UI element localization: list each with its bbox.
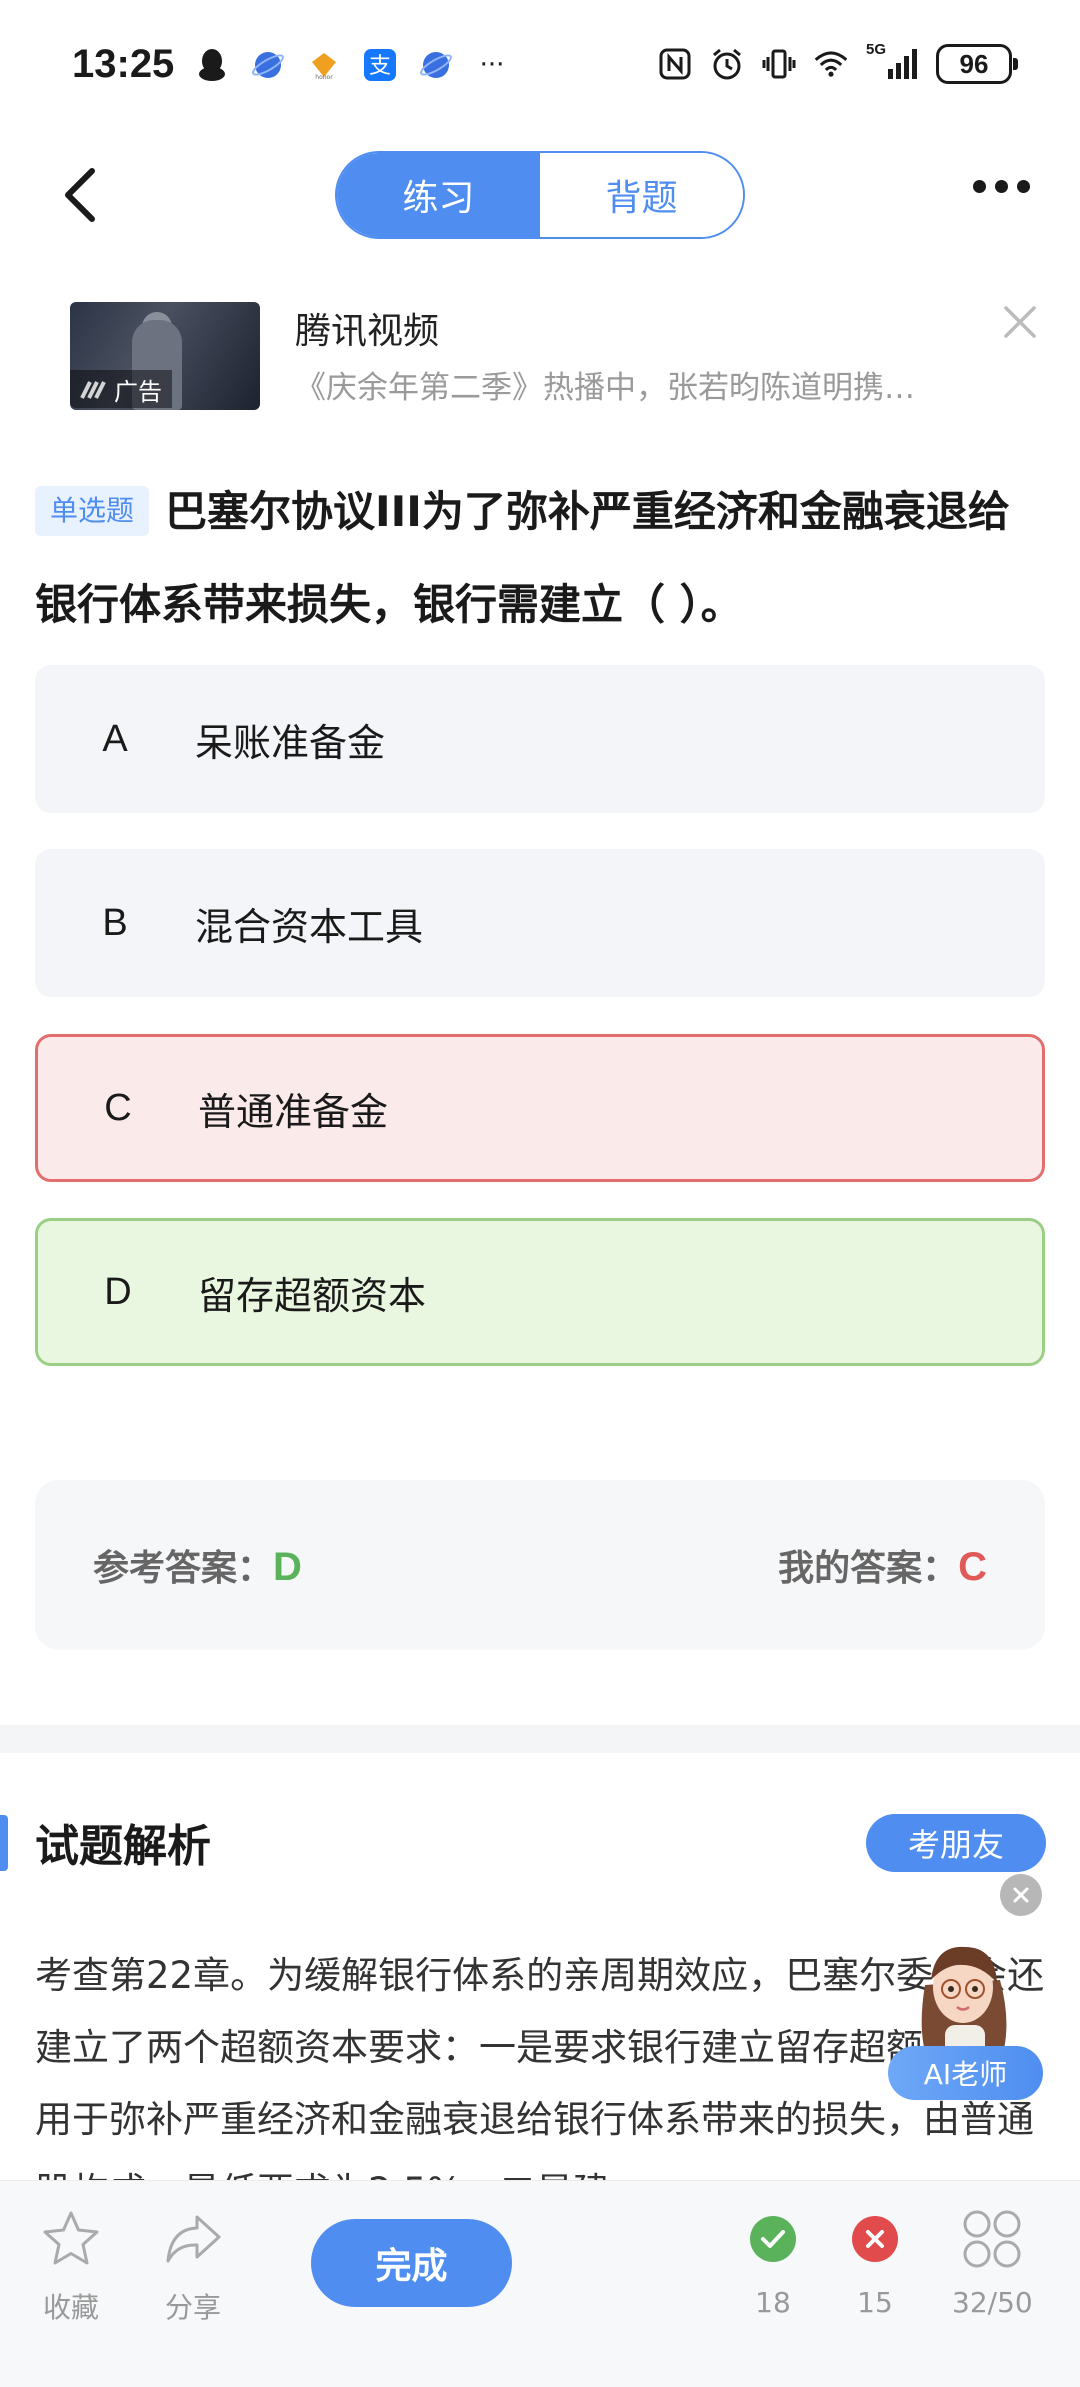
answer-summary: 参考答案：D 我的答案：C xyxy=(35,1480,1045,1650)
star-icon xyxy=(38,2206,104,2272)
option-text: 留存超额资本 xyxy=(198,1273,427,1318)
finish-button[interactable]: 完成 xyxy=(311,2219,512,2307)
option-letter: A xyxy=(102,717,128,760)
ad-description: 《庆余年第二季》热播中，张若昀陈道明携… xyxy=(295,370,915,406)
close-icon xyxy=(1004,306,1036,338)
more-notifications-icon: ··· xyxy=(479,50,505,80)
reference-answer-label: 参考答案： xyxy=(93,1548,274,1589)
wrong-count-value: 15 xyxy=(857,2286,893,2319)
tab-memorize[interactable]: 背题 xyxy=(540,153,743,237)
ai-teacher-label[interactable]: AI老师 xyxy=(888,2046,1043,2100)
challenge-friend-button[interactable]: 考朋友 xyxy=(866,1814,1046,1872)
progress-counter: 32/50 xyxy=(952,2286,1033,2319)
app-badge-icon: honor xyxy=(307,48,341,82)
answer-sheet-button[interactable]: 32/50 xyxy=(952,2206,1033,2319)
option-b[interactable]: B 混合资本工具 xyxy=(35,849,1045,997)
cross-icon xyxy=(852,2216,898,2262)
correct-count[interactable]: 18 xyxy=(740,2206,806,2319)
correct-count-value: 18 xyxy=(755,2286,791,2319)
ad-close-button[interactable] xyxy=(1000,302,1040,342)
option-d[interactable]: D 留存超额资本 xyxy=(35,1218,1045,1366)
option-text: 混合资本工具 xyxy=(195,904,424,949)
svg-text:支: 支 xyxy=(369,54,391,79)
option-c[interactable]: C 普通准备金 xyxy=(35,1034,1045,1182)
mode-segmented-control: 练习 背题 xyxy=(335,151,745,239)
correct-count-icon-wrap xyxy=(740,2206,806,2272)
ad-title: 腾讯视频 xyxy=(295,311,440,352)
my-answer: 我的答案：C xyxy=(778,1539,987,1591)
browser-planet-icon-2 xyxy=(419,48,453,82)
back-button[interactable] xyxy=(50,160,110,230)
favorite-label: 收藏 xyxy=(42,2291,99,2324)
nfc-icon xyxy=(658,47,692,81)
wrong-count-icon-wrap xyxy=(842,2206,908,2272)
section-accent-bar xyxy=(0,1815,8,1871)
alarm-icon xyxy=(710,47,744,81)
tab-practice[interactable]: 练习 xyxy=(337,153,540,237)
status-bar: 13:25 honor 支 ··· 5G 96 xyxy=(0,0,1080,135)
system-status-icons: 5G 96 xyxy=(658,41,1018,84)
chevron-left-icon xyxy=(65,168,95,222)
ad-badge: 广告 xyxy=(70,370,172,408)
option-letter: C xyxy=(104,1086,132,1129)
more-dot xyxy=(973,180,986,193)
battery-indicator: 96 xyxy=(936,44,1018,84)
favorite-button[interactable]: 收藏 xyxy=(38,2206,104,2326)
my-answer-value: C xyxy=(958,1545,987,1589)
qq-penguin-icon xyxy=(195,48,229,82)
check-icon xyxy=(750,2216,796,2262)
notification-icons: honor 支 ··· xyxy=(195,48,509,82)
analysis-title: 试题解析 xyxy=(35,1821,211,1872)
share-arrow-icon xyxy=(160,2206,226,2272)
question-stem: 单选题 巴塞尔协议III为了弥补严重经济和金融衰退给银行体系带来损失，银行需建立（… xyxy=(35,465,1045,651)
grid-icon xyxy=(959,2206,1025,2272)
wrong-count[interactable]: 15 xyxy=(842,2206,908,2319)
question-text: 巴塞尔协议III为了弥补严重经济和金融衰退给银行体系带来损失，银行需建立（ ）。 xyxy=(35,487,1010,629)
svg-text:honor: honor xyxy=(315,74,333,80)
browser-planet-icon xyxy=(251,48,285,82)
share-button[interactable]: 分享 xyxy=(160,2206,226,2326)
close-icon xyxy=(1013,1887,1029,1903)
option-letter: D xyxy=(104,1270,132,1313)
share-label: 分享 xyxy=(164,2291,221,2324)
section-divider xyxy=(0,1725,1080,1753)
cellular-signal-icon: 5G xyxy=(866,41,918,81)
status-time: 13:25 xyxy=(72,42,175,86)
option-letter: B xyxy=(102,901,128,944)
more-dot xyxy=(1017,180,1030,193)
ai-teacher-close-button[interactable] xyxy=(1000,1874,1042,1916)
bottom-toolbar: 收藏 分享 完成 18 15 32/50 xyxy=(0,2180,1080,2387)
alipay-icon: 支 xyxy=(363,48,397,82)
more-dot xyxy=(995,180,1008,193)
wifi-icon xyxy=(814,47,848,81)
ad-banner[interactable]: 广告 腾讯视频 《庆余年第二季》热播中，张若昀陈道明携… xyxy=(70,302,1050,412)
network-type-label: 5G xyxy=(866,41,887,58)
vibrate-icon xyxy=(762,47,796,81)
ad-badge-label: 广告 xyxy=(114,377,162,406)
option-text: 普通准备金 xyxy=(198,1089,389,1134)
more-options-button[interactable] xyxy=(973,180,1030,193)
option-text: 呆账准备金 xyxy=(195,720,386,765)
reference-answer-value: D xyxy=(273,1545,302,1589)
my-answer-label: 我的答案： xyxy=(778,1548,959,1589)
question-type-tag: 单选题 xyxy=(35,486,150,536)
reference-answer: 参考答案：D xyxy=(93,1539,302,1591)
ad-thumbnail: 广告 xyxy=(70,302,260,410)
option-a[interactable]: A 呆账准备金 xyxy=(35,665,1045,813)
ad-logo-icon xyxy=(80,381,106,399)
